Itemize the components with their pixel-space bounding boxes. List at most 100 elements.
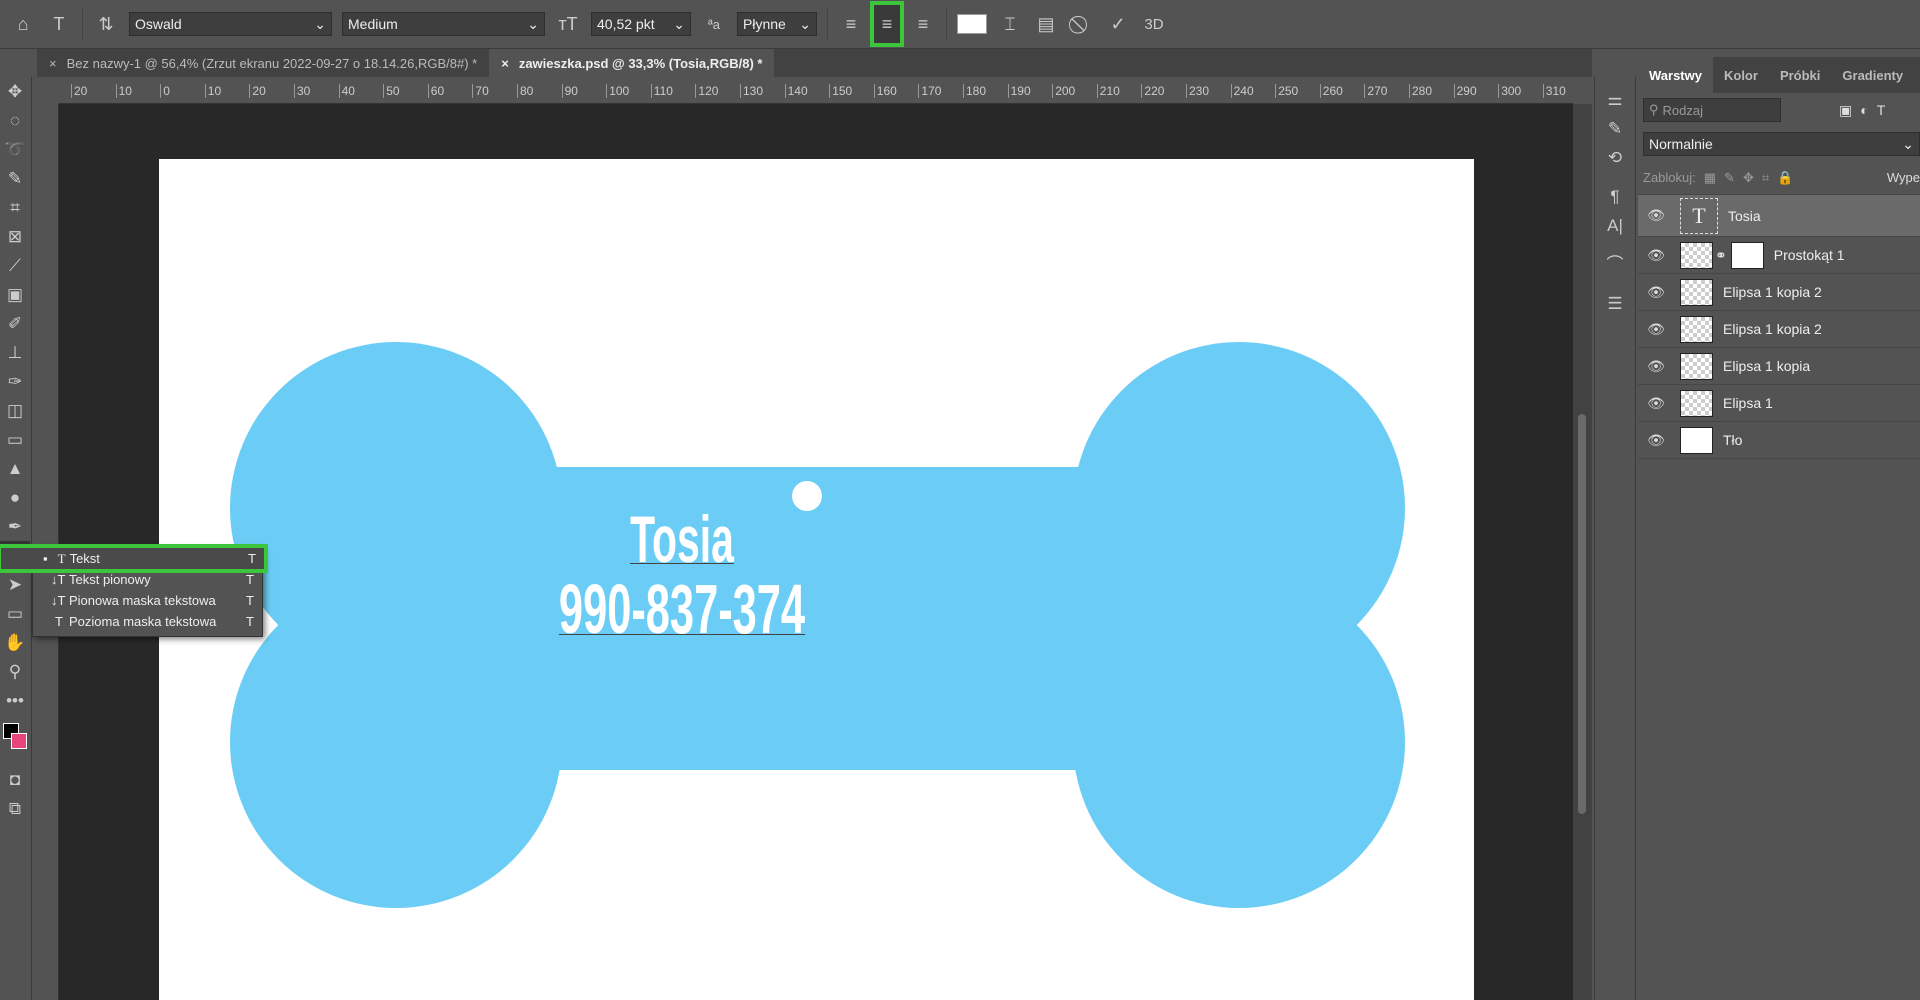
visibility-eye-icon[interactable]: 👁 (1638, 432, 1674, 449)
font-style-select[interactable]: Medium ⌄ (342, 12, 545, 36)
lock-pixels-icon[interactable]: ✎ (1724, 170, 1735, 186)
layer-row[interactable]: 👁 ⚭ Prostokąt 1 (1638, 237, 1920, 274)
layer-row[interactable]: 👁 Elipsa 1 kopia 2 (1638, 274, 1920, 311)
menu-item-tekst-pionowy[interactable]: ↓T Tekst pionowy T (33, 569, 262, 590)
blur-icon[interactable]: ▲ (0, 454, 30, 483)
antialias-select[interactable]: Płynne ⌄ (737, 12, 817, 36)
hand-icon[interactable]: ✋ (0, 628, 30, 657)
move-tool-icon[interactable]: ✥ (0, 77, 30, 106)
rectangle-tool-icon[interactable]: ▭ (0, 599, 30, 628)
screen-mode-icon[interactable]: ⧉ (0, 794, 30, 823)
tab-warstwy[interactable]: Warstwy (1638, 57, 1713, 93)
canvas-area[interactable]: Tosia 990-837-374 (59, 104, 1573, 1000)
pen-icon[interactable]: ✒ (0, 512, 30, 541)
zoom-icon[interactable]: ⚲ (0, 657, 30, 686)
eyedropper-icon[interactable]: ⟋ (0, 251, 30, 280)
font-family-select[interactable]: Oswald ⌄ (129, 12, 332, 36)
lock-transparency-icon[interactable]: ▦ (1704, 170, 1716, 186)
layer-row[interactable]: 👁 Tło (1638, 422, 1920, 459)
tab-probki[interactable]: Próbki (1769, 57, 1831, 93)
adjustment-filter-icon[interactable]: ◐ (1860, 102, 1868, 118)
panel-dock: ⚌ ✎ ⟲ ¶ A| ⌒ ☰ (1594, 77, 1636, 1000)
scroll-thumb[interactable] (1578, 414, 1586, 814)
brush-settings-icon[interactable]: ✎ (1595, 114, 1635, 143)
adjustments-icon[interactable]: ☰ (1595, 289, 1635, 318)
ruler-tick-label: 220 (1141, 84, 1164, 98)
text-orientation-icon[interactable]: ⇅ (93, 14, 119, 35)
visibility-eye-icon[interactable]: 👁 (1638, 284, 1674, 301)
ruler-tick-label: 0 (160, 84, 170, 98)
dodge-icon[interactable]: ● (0, 483, 30, 512)
ruler-tick-label: 140 (784, 84, 808, 98)
3d-button[interactable]: 3D (1141, 16, 1167, 33)
close-icon[interactable]: × (49, 56, 57, 71)
lock-position-icon[interactable]: ✥ (1743, 170, 1754, 186)
lasso-tool-icon[interactable]: ➰ (0, 135, 30, 164)
paragraph-icon[interactable]: ¶ (1595, 182, 1635, 211)
lock-all-icon[interactable]: 🔒 (1777, 170, 1793, 186)
character-icon[interactable]: A| (1595, 211, 1635, 240)
align-right-icon[interactable]: ≡ (910, 14, 936, 35)
type-tool-icon[interactable]: T (46, 14, 72, 35)
bone-bar (396, 467, 1239, 770)
quick-mask-icon[interactable]: ◘ (0, 765, 30, 794)
text-color-swatch[interactable] (957, 14, 987, 34)
type-filter-icon[interactable]: T (1877, 102, 1886, 118)
commit-icon[interactable]: ✓ (1105, 14, 1131, 35)
history-brush-icon[interactable]: ✑ (0, 367, 30, 396)
path-select-icon[interactable]: ➤ (0, 570, 30, 599)
quick-select-icon[interactable]: ✎ (0, 164, 30, 193)
marquee-tool-icon[interactable]: ◌ (0, 106, 30, 135)
frame-tool-icon[interactable]: ⊠ (0, 222, 30, 251)
ruler-tick-label: 20 (71, 84, 87, 98)
paths-icon[interactable]: ⌒ (1595, 250, 1635, 279)
visibility-eye-icon[interactable]: 👁 (1638, 395, 1674, 412)
ruler-tick-label: 310 (1542, 84, 1566, 98)
type-tool-menu: ▪ T Tekst T ↓T Tekst pionowy T ↓T Pionowa mask… (0, 544, 268, 637)
font-size-select[interactable]: 40,52 pkt ⌄ (591, 12, 691, 36)
warp-text-icon[interactable]: ⌶ (997, 14, 1023, 35)
shortcut: T (248, 551, 256, 566)
history-icon[interactable]: ⟲ (1595, 143, 1635, 172)
tab-gradienty[interactable]: Gradienty (1831, 57, 1914, 93)
document-canvas[interactable]: Tosia 990-837-374 (159, 159, 1474, 1000)
visibility-eye-icon[interactable]: 👁 (1638, 247, 1674, 264)
visibility-eye-icon[interactable]: 👁 (1638, 207, 1674, 224)
name-text[interactable]: Tosia (630, 501, 734, 577)
properties-icon[interactable]: ⚌ (1595, 85, 1635, 114)
align-center-icon[interactable]: ≡ (870, 1, 904, 47)
blend-mode-select[interactable]: Normalnie ⌄ (1643, 132, 1920, 156)
crop-tool-icon[interactable]: ⌗ (0, 193, 30, 222)
options-bar: ⌂ T ⇅ Oswald ⌄ Medium ⌄ ᴛT 40,52 pkt ⌄ ªa P… (0, 0, 1920, 49)
visibility-eye-icon[interactable]: 👁 (1638, 321, 1674, 338)
close-icon[interactable]: × (501, 56, 509, 71)
stamp-icon[interactable]: ⊥ (0, 338, 30, 367)
antialias-icon: ªa (707, 16, 721, 32)
align-left-icon[interactable]: ≡ (838, 14, 864, 35)
image-filter-icon[interactable]: ▣ (1839, 102, 1852, 119)
healing-icon[interactable]: ▣ (0, 280, 30, 309)
menu-item-pionowa-maska[interactable]: ↓T Pionowa maska tekstowa T (33, 590, 262, 611)
layer-row[interactable]: 👁 Elipsa 1 kopia (1638, 348, 1920, 385)
eraser-icon[interactable]: ◫ (0, 396, 30, 425)
menu-item-pozioma-maska[interactable]: T Pozioma maska tekstowa T (33, 611, 262, 632)
lock-artboard-icon[interactable]: ⌗ (1762, 170, 1769, 186)
color-swatches[interactable] (0, 715, 30, 765)
brush-icon[interactable]: ✐ (0, 309, 30, 338)
more-tools-icon[interactable]: ••• (0, 686, 30, 715)
layer-row[interactable]: 👁 T Tosia (1638, 195, 1920, 237)
layer-filter-select[interactable]: ⚲ Rodzaj (1643, 98, 1781, 122)
menu-item-tekst[interactable]: ▪ T Tekst T (0, 544, 268, 573)
tab-zawieszka[interactable]: × zawieszka.psd @ 33,3% (Tosia,RGB/8) * (489, 49, 775, 77)
layer-row[interactable]: 👁 Elipsa 1 kopia 2 (1638, 311, 1920, 348)
layer-row[interactable]: 👁 Elipsa 1 (1638, 385, 1920, 422)
cancel-icon[interactable]: ⃠ (1069, 14, 1095, 35)
character-panel-icon[interactable]: ▤ (1033, 14, 1059, 35)
tab-bez-nazwy[interactable]: × Bez nazwy-1 @ 56,4% (Zrzut ekranu 2022-… (37, 49, 489, 77)
phone-text[interactable]: 990-837-374 (559, 569, 805, 649)
visibility-eye-icon[interactable]: 👁 (1638, 358, 1674, 375)
tab-kolor[interactable]: Kolor (1713, 57, 1769, 93)
vertical-scrollbar[interactable] (1573, 104, 1592, 1000)
home-icon[interactable]: ⌂ (10, 14, 36, 35)
gradient-icon[interactable]: ▭ (0, 425, 30, 454)
